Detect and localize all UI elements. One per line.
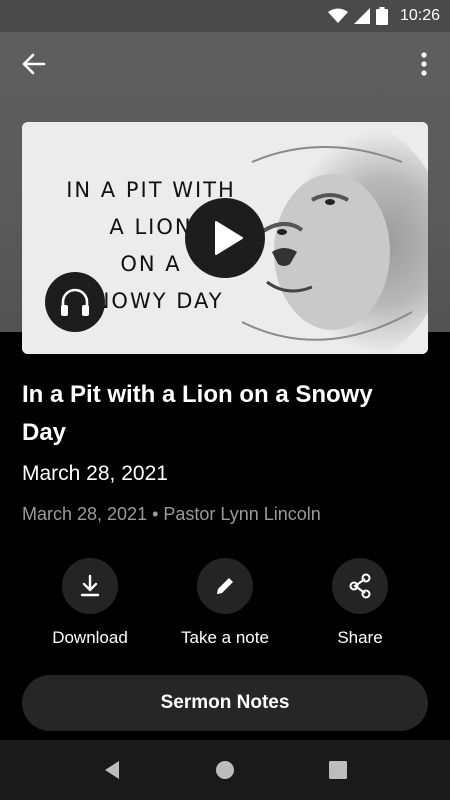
nav-home-icon[interactable] (213, 758, 237, 782)
status-icons: 10:26 (327, 0, 440, 32)
signal-icon (353, 8, 370, 24)
share-button[interactable]: Share (300, 558, 420, 658)
status-bar: 10:26 (0, 0, 450, 32)
arrow-left-icon (22, 53, 46, 75)
play-button[interactable] (185, 198, 265, 278)
battery-icon (375, 7, 388, 25)
status-time: 10:26 (399, 7, 440, 24)
share-label: Share (337, 628, 383, 647)
sermon-meta: March 28, 2021 • Pastor Lynn Lincoln (22, 504, 321, 524)
sermon-notes-button[interactable]: Sermon Notes (22, 675, 428, 731)
download-label: Download (52, 628, 128, 647)
take-note-label: Take a note (181, 628, 269, 647)
download-circle (62, 558, 118, 614)
download-icon (80, 574, 100, 597)
navigation-bar (0, 740, 450, 800)
pencil-icon (217, 578, 233, 594)
sermon-artwork[interactable]: IN A PIT WITH A LION ON A SNOWY DAY (22, 122, 428, 354)
take-note-circle (197, 558, 253, 614)
download-button[interactable]: Download (30, 558, 150, 658)
take-note-button[interactable]: Take a note (165, 558, 285, 658)
more-options-button[interactable] (404, 44, 444, 84)
play-icon (215, 221, 243, 255)
share-circle (332, 558, 388, 614)
headphones-icon (61, 288, 89, 316)
app-bar (0, 32, 450, 96)
back-button[interactable] (14, 44, 54, 84)
sermon-title: In a Pit with a Lion on a Snowy Day (22, 381, 373, 446)
wifi-icon (327, 8, 348, 23)
more-vertical-icon (421, 52, 427, 76)
share-icon (349, 573, 371, 599)
nav-back-icon[interactable] (100, 758, 124, 782)
sermon-date: March 28, 2021 (22, 462, 168, 485)
audio-button[interactable] (45, 272, 105, 332)
nav-recents-icon[interactable] (326, 758, 350, 782)
